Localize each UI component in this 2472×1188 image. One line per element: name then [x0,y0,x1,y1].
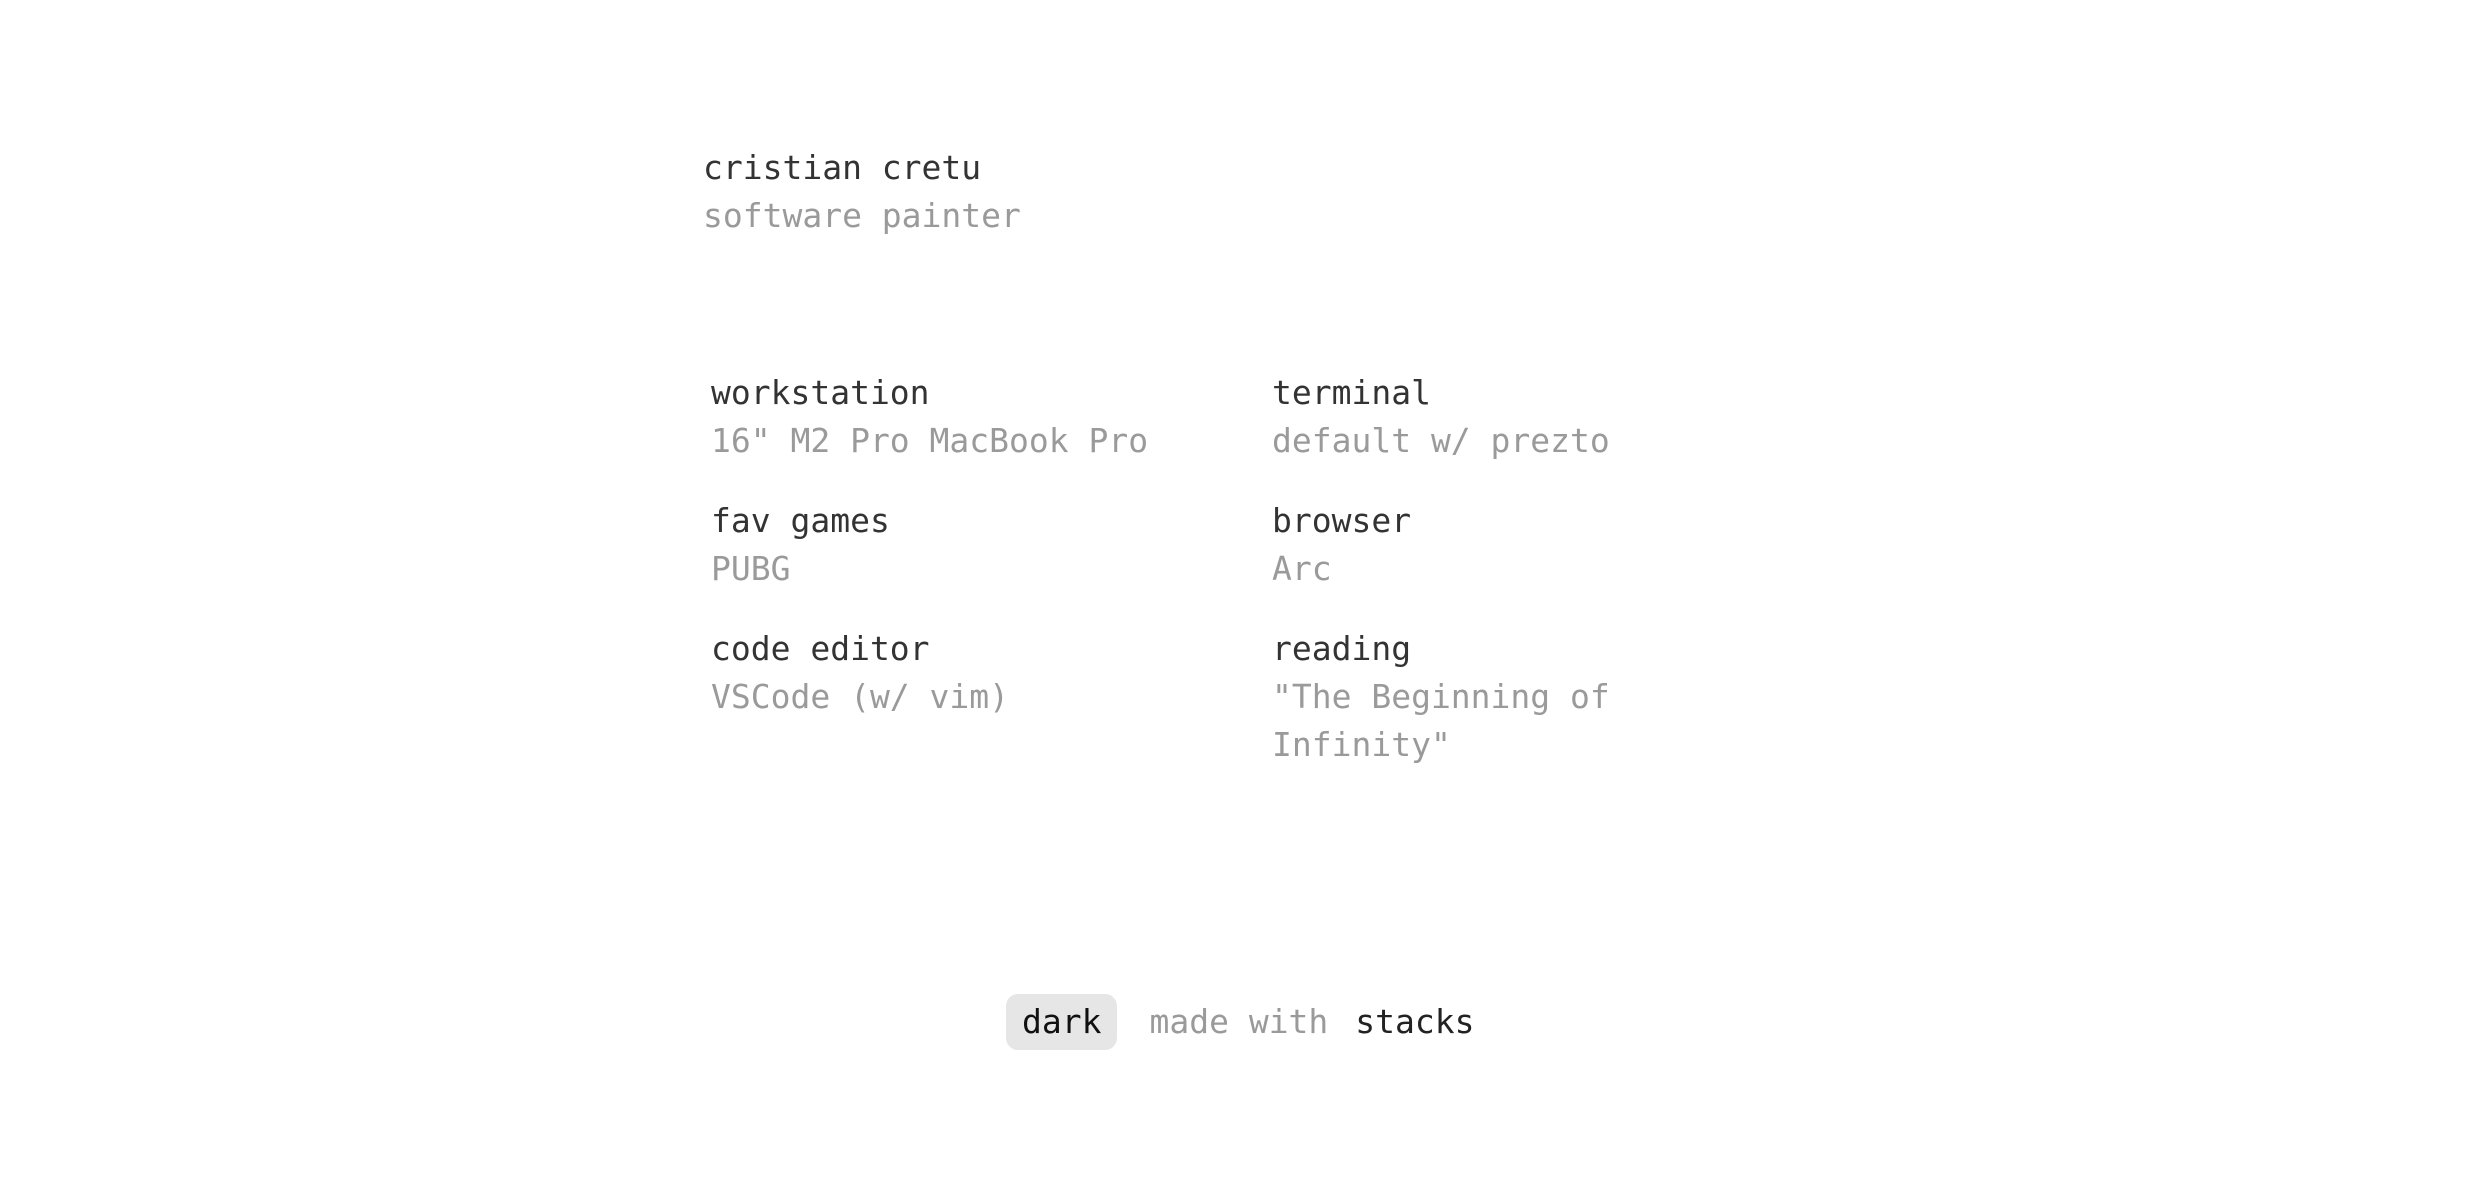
footer: dark made with stacks [1006,994,1475,1050]
profile-name: cristian cretu [703,148,982,187]
stack-item-label: reading [1272,629,1412,668]
profile-tagline: software painter [703,196,1021,235]
stack-item-fav-games: fav games PUBG [711,497,1272,593]
stack-item-terminal: terminal default w/ prezto [1272,369,1672,465]
stack-item-reading: reading "The Beginning of Infinity" [1272,625,1672,769]
stack-item-value: default w/ prezto [1272,421,1610,460]
stack-item-label: terminal [1272,373,1431,412]
stack-item-label: workstation [711,373,930,412]
stack-item-value: VSCode (w/ vim) [711,677,1010,716]
stack-item-value: "The Beginning of Infinity" [1272,677,1610,764]
stack-item-workstation: workstation 16" M2 Pro MacBook Pro [711,369,1272,465]
stack-grid: workstation 16" M2 Pro MacBook Pro termi… [711,369,1672,769]
made-with-text: made with [1149,1002,1329,1041]
stack-item-value: PUBG [711,549,791,588]
theme-toggle-button[interactable]: dark [1006,994,1118,1050]
stack-item-label: fav games [711,501,890,540]
stack-item-label: browser [1272,501,1412,540]
stack-item-label: code editor [711,629,930,668]
stacks-link[interactable]: stacks [1355,998,1474,1046]
stack-item-value: 16" M2 Pro MacBook Pro [711,421,1149,460]
stack-item-code-editor: code editor VSCode (w/ vim) [711,625,1272,769]
stack-item-browser: browser Arc [1272,497,1672,593]
profile-header: cristian cretu software painter [703,144,1021,240]
stack-item-value: Arc [1272,549,1332,588]
